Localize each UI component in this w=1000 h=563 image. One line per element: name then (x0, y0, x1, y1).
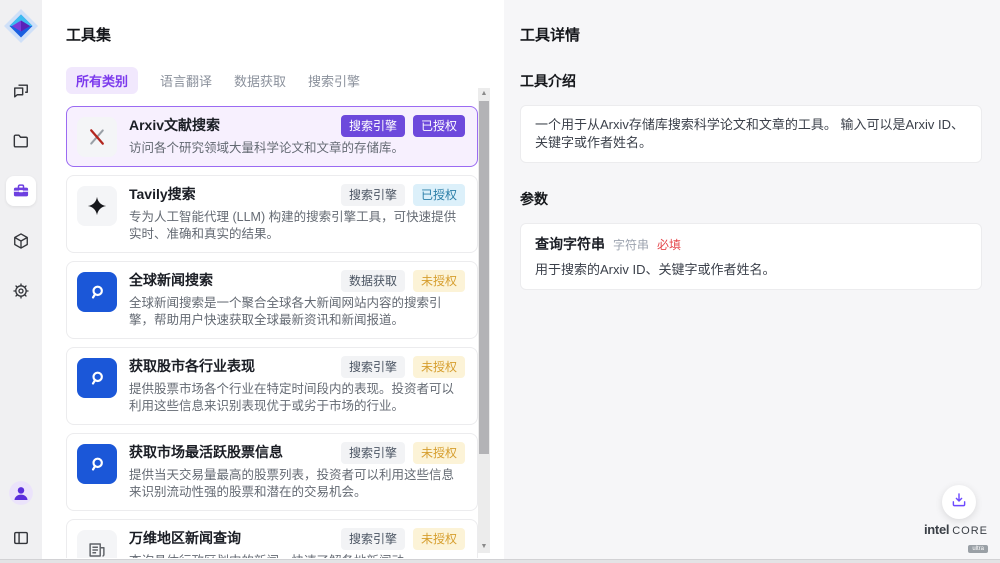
cube-icon[interactable] (6, 226, 36, 256)
core-wordmark: CORE (952, 525, 988, 537)
rail-nav (6, 76, 36, 306)
avatar-icon[interactable] (8, 480, 34, 511)
auth-badge: 已授权 (413, 115, 465, 137)
tool-name: Arxiv文献搜索 (129, 115, 333, 135)
intel-ultra-badge: ultra (968, 545, 988, 553)
tab-1[interactable]: 语言翻译 (160, 67, 212, 94)
category-badge: 数据获取 (341, 270, 405, 292)
category-badge: 搜索引擎 (341, 442, 405, 464)
folder-icon[interactable] (6, 126, 36, 156)
rail-bottom (6, 480, 36, 553)
param-name: 查询字符串 (535, 234, 605, 254)
tool-name: 万维地区新闻查询 (129, 528, 333, 548)
q-icon (77, 444, 117, 484)
param-required-badge: 必填 (657, 236, 681, 253)
auth-badge: 未授权 (413, 356, 465, 378)
tool-card[interactable]: 万维地区新闻查询 搜索引擎 未授权 查询具体行政区划内的新闻，快速了解各地新闻动 (66, 519, 478, 559)
window-bottom-edge (0, 559, 1000, 563)
tool-name: 获取股市各行业表现 (129, 356, 333, 376)
params-section-title: 参数 (520, 189, 982, 209)
tool-cards: Arxiv文献搜索 搜索引擎 已授权 访问各个研究领域大量科学论文和文章的存储库… (66, 106, 478, 558)
intel-core-logo: intel CORE ultra (924, 522, 988, 555)
tool-card[interactable]: Tavily搜索 搜索引擎 已授权 专为人工智能代理 (LLM) 构建的搜索引擎… (66, 175, 478, 253)
q-icon (77, 358, 117, 398)
intro-card: 一个用于从Arxiv存储库搜索科学论文和文章的工具。 输入可以是Arxiv ID… (520, 105, 982, 163)
param-type: 字符串 (613, 236, 649, 253)
tool-name: Tavily搜索 (129, 184, 333, 204)
tool-desc: 查询具体行政区划内的新闻，快速了解各地新闻动 (129, 553, 465, 559)
scroll-up-arrow[interactable]: ▲ (478, 88, 490, 100)
intro-section-title: 工具介绍 (520, 71, 982, 91)
tab-0[interactable]: 所有类别 (66, 67, 138, 94)
download-icon (950, 491, 968, 514)
auth-badge: 未授权 (413, 528, 465, 550)
category-badge: 搜索引擎 (341, 356, 405, 378)
auth-badge: 未授权 (413, 270, 465, 292)
category-badge: 搜索引擎 (341, 115, 405, 137)
tool-desc: 提供股票市场各个行业在特定时间段内的表现。投资者可以利用这些信息来识别表现优于或… (129, 381, 465, 416)
q-icon (77, 272, 117, 312)
chat-icon[interactable] (6, 76, 36, 106)
tool-list-panel: 工具集 所有类别语言翻译数据获取搜索引擎 Arxiv文献搜索 搜索引擎 已授权 … (42, 0, 504, 563)
left-rail (0, 0, 42, 563)
tool-card[interactable]: 全球新闻搜索 数据获取 未授权 全球新闻搜索是一个聚合全球各大新闻网站内容的搜索… (66, 261, 478, 339)
category-tabs: 所有类别语言翻译数据获取搜索引擎 (66, 67, 504, 94)
scrollbar[interactable]: ▲ ▼ (478, 88, 490, 553)
tool-desc: 全球新闻搜索是一个聚合全球各大新闻网站内容的搜索引擎，帮助用户快速获取全球最新资… (129, 295, 465, 330)
auth-badge: 未授权 (413, 442, 465, 464)
tool-card[interactable]: 获取股市各行业表现 搜索引擎 未授权 提供股票市场各个行业在特定时间段内的表现。… (66, 347, 478, 425)
category-badge: 搜索引擎 (341, 528, 405, 550)
collapse-panel-icon[interactable] (6, 523, 36, 553)
param-head: 查询字符串 字符串 必填 (535, 234, 967, 254)
tool-desc: 访问各个研究领域大量科学论文和文章的存储库。 (129, 140, 465, 158)
app-logo-icon[interactable] (3, 8, 39, 44)
tool-name: 全球新闻搜索 (129, 270, 333, 290)
tavily-icon (77, 186, 117, 226)
category-badge: 搜索引擎 (341, 184, 405, 206)
tab-3[interactable]: 搜索引擎 (308, 67, 360, 94)
tool-desc: 专为人工智能代理 (LLM) 构建的搜索引擎工具，可快速提供实时、准确和真实的结… (129, 209, 465, 244)
tool-desc: 提供当天交易量最高的股票列表，投资者可以利用这些信息来识别流动性强的股票和潜在的… (129, 467, 465, 502)
param-desc: 用于搜索的Arxiv ID、关键字或作者姓名。 (535, 261, 967, 279)
intro-text: 一个用于从Arxiv存储库搜索科学论文和文章的工具。 输入可以是Arxiv ID… (535, 116, 967, 152)
tool-list-title: 工具集 (66, 24, 504, 45)
param-card: 查询字符串 字符串 必填 用于搜索的Arxiv ID、关键字或作者姓名。 (520, 223, 982, 290)
detail-title: 工具详情 (520, 24, 982, 45)
scroll-thumb[interactable] (479, 101, 489, 454)
scroll-down-arrow[interactable]: ▼ (478, 541, 490, 553)
tool-card[interactable]: 获取市场最活跃股票信息 搜索引擎 未授权 提供当天交易量最高的股票列表，投资者可… (66, 433, 478, 511)
tool-detail-panel: 工具详情 工具介绍 一个用于从Arxiv存储库搜索科学论文和文章的工具。 输入可… (504, 0, 1000, 563)
gear-icon[interactable] (6, 276, 36, 306)
arxiv-icon (77, 117, 117, 157)
intel-wordmark: intel (924, 522, 949, 537)
newspaper-icon (77, 530, 117, 559)
download-button[interactable] (942, 485, 976, 519)
tool-card[interactable]: Arxiv文献搜索 搜索引擎 已授权 访问各个研究领域大量科学论文和文章的存储库… (66, 106, 478, 167)
tab-2[interactable]: 数据获取 (234, 67, 286, 94)
toolbox-icon[interactable] (6, 176, 36, 206)
tool-name: 获取市场最活跃股票信息 (129, 442, 333, 462)
auth-badge: 已授权 (413, 184, 465, 206)
